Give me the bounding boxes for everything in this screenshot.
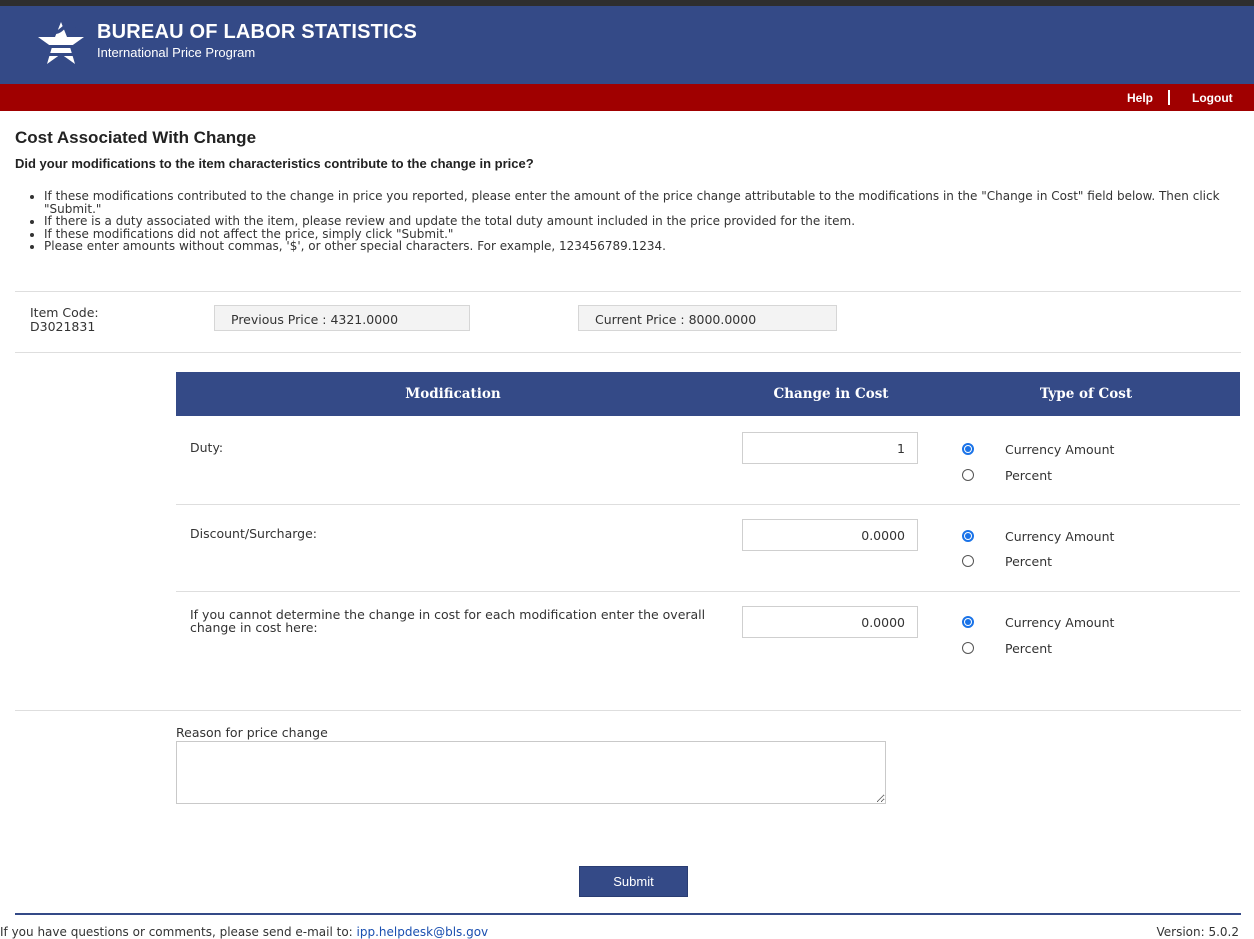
duty-currency-label[interactable]: Currency Amount bbox=[1005, 442, 1114, 457]
overall-currency-label[interactable]: Currency Amount bbox=[1005, 615, 1114, 630]
instruction-item: If these modifications contributed to th… bbox=[44, 190, 1246, 215]
duty-currency-radio[interactable] bbox=[962, 443, 974, 455]
previous-price: Previous Price : 4321.0000 bbox=[214, 305, 470, 331]
item-code-label: Item Code: bbox=[30, 305, 99, 320]
page-title: Cost Associated With Change bbox=[15, 128, 257, 147]
bls-star-logo-icon bbox=[38, 22, 84, 64]
row-divider bbox=[176, 591, 1240, 592]
column-header-modification: Modification bbox=[405, 386, 501, 402]
footer-contact: If you have questions or comments, pleas… bbox=[0, 925, 488, 939]
overall-percent-label[interactable]: Percent bbox=[1005, 641, 1052, 656]
row-divider bbox=[176, 504, 1240, 505]
divider bbox=[15, 710, 1241, 711]
footer-contact-text: If you have questions or comments, pleas… bbox=[0, 925, 357, 939]
overall-cost-input[interactable] bbox=[742, 606, 918, 638]
reason-textarea[interactable] bbox=[176, 741, 886, 804]
version-label: Version: 5.0.2 bbox=[1156, 925, 1239, 939]
modification-label-duty: Duty: bbox=[190, 440, 224, 455]
duty-percent-radio[interactable] bbox=[962, 469, 974, 481]
modification-label-overall: If you cannot determine the change in co… bbox=[190, 607, 706, 635]
nav-divider bbox=[1168, 90, 1170, 105]
helpdesk-email-link[interactable]: ipp.helpdesk@bls.gov bbox=[357, 925, 489, 939]
instructions-list: If these modifications contributed to th… bbox=[22, 190, 1246, 253]
duty-percent-label[interactable]: Percent bbox=[1005, 468, 1052, 483]
discount-percent-label[interactable]: Percent bbox=[1005, 554, 1052, 569]
discount-percent-radio[interactable] bbox=[962, 555, 974, 567]
page-question: Did your modifications to the item chara… bbox=[15, 156, 534, 171]
overall-currency-radio[interactable] bbox=[962, 616, 974, 628]
org-name: BUREAU OF LABOR STATISTICS bbox=[97, 21, 418, 43]
discount-currency-label[interactable]: Currency Amount bbox=[1005, 529, 1114, 544]
program-name: International Price Program bbox=[97, 45, 256, 60]
reason-label: Reason for price change bbox=[176, 725, 328, 740]
footer-divider bbox=[15, 913, 1241, 915]
instruction-item: If there is a duty associated with the i… bbox=[44, 215, 1246, 228]
overall-percent-radio[interactable] bbox=[962, 642, 974, 654]
site-header: BUREAU OF LABOR STATISTICS International… bbox=[0, 6, 1254, 84]
divider bbox=[15, 352, 1241, 353]
divider bbox=[15, 291, 1241, 292]
instruction-item: Please enter amounts without commas, '$'… bbox=[44, 240, 1246, 253]
submit-button[interactable]: Submit bbox=[579, 866, 688, 897]
column-header-type-of-cost: Type of Cost bbox=[1039, 386, 1133, 402]
item-code: Item Code: D3021831 bbox=[30, 306, 99, 334]
logout-link[interactable]: Logout bbox=[1192, 91, 1233, 105]
help-link[interactable]: Help bbox=[1127, 91, 1153, 105]
discount-currency-radio[interactable] bbox=[962, 530, 974, 542]
discount-cost-input[interactable] bbox=[742, 519, 918, 551]
item-code-value: D3021831 bbox=[30, 319, 96, 334]
modification-table-header: Modification Change in Cost Type of Cost bbox=[176, 372, 1240, 416]
current-price: Current Price : 8000.0000 bbox=[578, 305, 837, 331]
duty-cost-input[interactable] bbox=[742, 432, 918, 464]
utility-nav: Help Logout bbox=[0, 84, 1254, 111]
modification-label-discount: Discount/Surcharge: bbox=[190, 526, 318, 541]
column-header-change-in-cost: Change in Cost bbox=[773, 386, 889, 402]
